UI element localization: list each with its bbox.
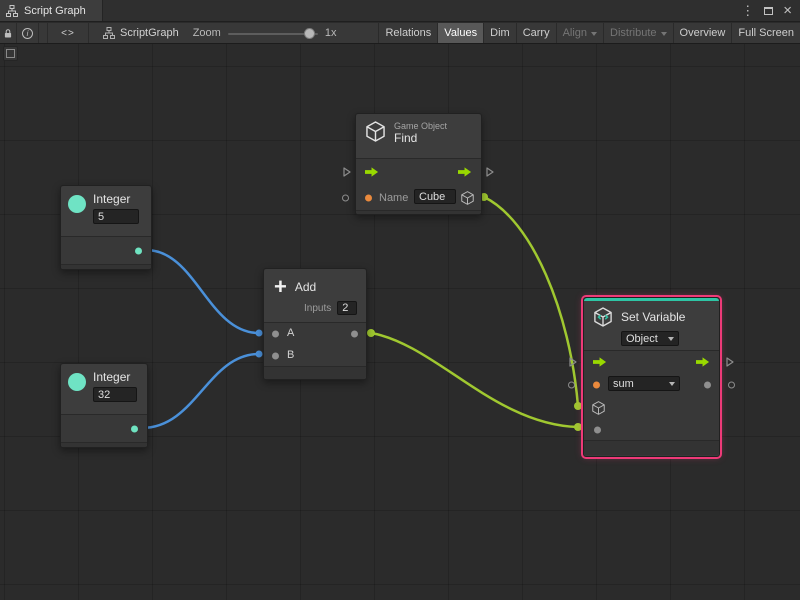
wire-endpoint — [574, 423, 582, 431]
title-bar: Script Graph ⋮ × — [0, 0, 800, 22]
node-footer — [61, 442, 147, 447]
maximize-icon[interactable] — [764, 4, 773, 17]
set-variable-icon — [594, 307, 612, 327]
node-title: Set Variable — [621, 310, 685, 324]
chevron-down-icon — [661, 32, 667, 36]
chevron-down-icon — [669, 382, 675, 386]
window-controls: ⋮ × — [741, 0, 800, 21]
node-set-variable[interactable]: Set Variable Object sum — [583, 297, 720, 457]
node-add[interactable]: + Add Inputs 2 A B — [263, 268, 367, 380]
wire-endpoint — [256, 330, 263, 337]
inputs-label: Inputs — [304, 303, 331, 314]
values-button[interactable]: Values — [437, 23, 483, 43]
integer-output-port[interactable] — [131, 425, 138, 432]
variable-name-port[interactable] — [593, 382, 600, 389]
zoom-value: 1x — [325, 27, 337, 39]
carry-button[interactable]: Carry — [516, 23, 556, 43]
graph-breadcrumb-icon — [103, 27, 115, 39]
gameobject-output-port[interactable] — [461, 191, 474, 205]
overview-button[interactable]: Overview — [673, 23, 732, 43]
node-title: Integer — [93, 370, 141, 384]
wire-add-to-setvariable-value[interactable] — [371, 333, 578, 427]
node-integer-2[interactable]: Integer 32 — [60, 363, 148, 448]
input-port-b[interactable] — [272, 353, 279, 360]
value-input-port[interactable] — [594, 427, 601, 434]
flow-out-port[interactable] — [458, 167, 472, 178]
variable-scope-dropdown[interactable]: Object — [621, 331, 679, 346]
wire-integer2-to-add-b[interactable] — [142, 354, 259, 428]
flow-in-hint-icon[interactable] — [343, 167, 351, 177]
graph-toolbar: i <> ScriptGraph Zoom 1x Relations Value… — [0, 23, 800, 44]
add-icon: + — [274, 277, 287, 297]
script-graph-icon — [6, 5, 18, 17]
wire-integer1-to-add-a[interactable] — [146, 250, 259, 333]
node-footer — [584, 440, 719, 455]
zoom-label: Zoom — [193, 27, 221, 39]
fullscreen-button[interactable]: Full Screen — [731, 23, 800, 43]
node-title: Find — [394, 131, 447, 145]
port-b-label: B — [287, 349, 294, 361]
node-gameobject-find[interactable]: Game Object Find Name Cube — [355, 113, 482, 215]
variable-name-dropdown[interactable]: sum — [608, 376, 680, 391]
info-icon: i — [22, 28, 33, 39]
align-button[interactable]: Align — [556, 23, 603, 43]
toolbar-buttons: Relations Values Dim Carry Align Distrib… — [378, 23, 800, 43]
integer-icon — [68, 373, 86, 391]
output-port-sum[interactable] — [351, 331, 358, 338]
chevron-down-icon — [591, 32, 597, 36]
flow-out-hint-icon[interactable] — [486, 167, 494, 177]
node-title: Integer — [93, 192, 145, 206]
name-value-field[interactable]: Cube — [414, 189, 456, 204]
flow-out-hint-icon[interactable] — [726, 357, 734, 367]
node-title: Add — [295, 280, 316, 294]
name-in-hint-icon[interactable] — [568, 382, 575, 389]
value-in-hint-icon[interactable] — [342, 195, 349, 202]
integer-value-field[interactable]: 5 — [93, 209, 139, 224]
info-button[interactable]: i — [17, 23, 39, 43]
dim-button[interactable]: Dim — [483, 23, 516, 43]
chevron-down-icon — [668, 337, 674, 341]
port-a-label: A — [287, 327, 294, 339]
wire-find-to-setvariable-object[interactable] — [484, 197, 578, 406]
node-category: Game Object — [394, 121, 447, 131]
zoom-slider[interactable] — [228, 23, 318, 43]
lock-icon — [4, 28, 12, 39]
object-target-port[interactable] — [592, 401, 605, 415]
wire-endpoint — [574, 402, 582, 410]
breadcrumb-label: ScriptGraph — [120, 27, 179, 39]
node-integer-1[interactable]: Integer 5 — [60, 185, 152, 270]
lock-button[interactable] — [0, 23, 17, 43]
distribute-button[interactable]: Distribute — [603, 23, 672, 43]
tab-script-graph[interactable]: Script Graph — [0, 0, 103, 21]
zoom-slider-handle[interactable] — [304, 28, 315, 39]
integer-output-port[interactable] — [135, 247, 142, 254]
zoom-group: Zoom 1x — [193, 23, 337, 43]
flow-in-port[interactable] — [593, 357, 607, 368]
integer-value-field[interactable]: 32 — [93, 387, 137, 402]
graph-canvas[interactable]: Integer 5 Integer 32 + Add — [0, 44, 800, 600]
flow-in-port[interactable] — [365, 167, 379, 178]
close-icon[interactable]: × — [783, 3, 792, 18]
relations-button[interactable]: Relations — [378, 23, 437, 43]
name-label: Name — [379, 192, 408, 204]
integer-icon — [68, 195, 86, 213]
gameobject-cube-icon — [366, 121, 385, 142]
flow-in-hint-icon[interactable] — [569, 357, 577, 367]
code-toggle-button[interactable]: <> — [47, 23, 89, 43]
canvas-corner-button[interactable] — [3, 46, 18, 61]
node-footer — [264, 366, 366, 379]
inputs-count-field[interactable]: 2 — [337, 301, 357, 315]
flow-out-port[interactable] — [696, 357, 710, 368]
value-output-port[interactable] — [704, 382, 711, 389]
value-out-hint-icon[interactable] — [728, 382, 735, 389]
tab-title: Script Graph — [24, 5, 86, 17]
breadcrumb[interactable]: ScriptGraph — [103, 23, 179, 43]
input-port-a[interactable] — [272, 331, 279, 338]
menu-icon[interactable]: ⋮ — [741, 4, 754, 17]
node-footer — [61, 264, 151, 269]
name-input-port[interactable] — [365, 195, 372, 202]
wire-endpoint — [256, 351, 263, 358]
wire-endpoint — [367, 329, 375, 337]
